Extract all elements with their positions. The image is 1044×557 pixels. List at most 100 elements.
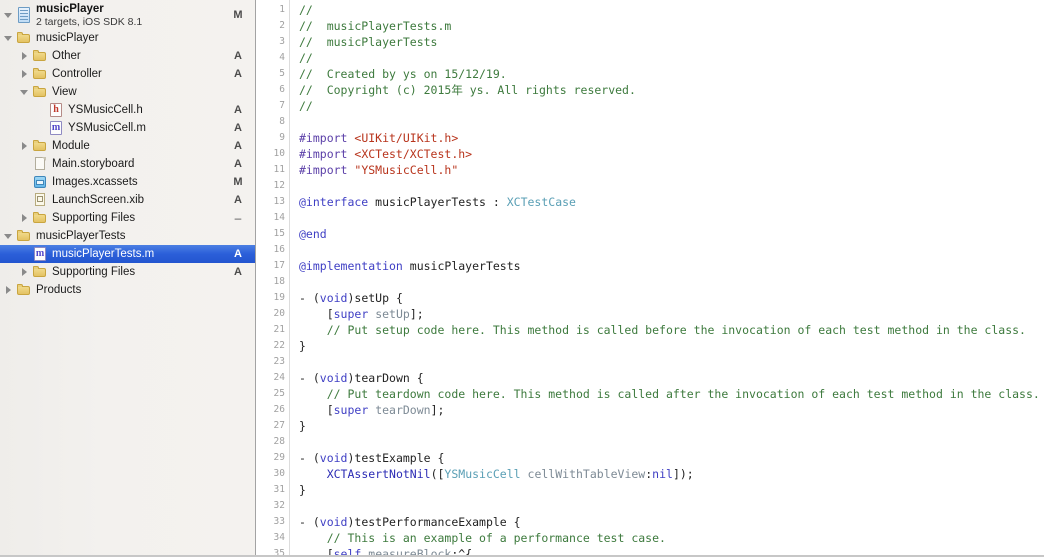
navigator-item[interactable]: View	[0, 83, 255, 101]
code-line[interactable]: - (void)tearDown {	[299, 370, 1044, 386]
chevron-down-icon[interactable]	[19, 83, 32, 101]
navigator-item[interactable]: Supporting Files A	[0, 263, 255, 281]
line-number[interactable]: 23	[256, 354, 289, 370]
line-number[interactable]: 16	[256, 242, 289, 258]
line-number[interactable]: 12	[256, 178, 289, 194]
line-number[interactable]: 29	[256, 450, 289, 466]
line-number[interactable]: 1	[256, 2, 289, 18]
code-line[interactable]: #import <XCTest/XCTest.h>	[299, 146, 1044, 162]
project-navigator[interactable]: musicPlayer 2 targets, iOS SDK 8.1 MmusicP…	[0, 0, 256, 557]
code-line[interactable]: //	[299, 50, 1044, 66]
navigator-item[interactable]: Controller A	[0, 65, 255, 83]
code-line[interactable]: //	[299, 98, 1044, 114]
chevron-down-icon[interactable]	[3, 6, 16, 24]
line-number[interactable]: 26	[256, 402, 289, 418]
chevron-right-icon[interactable]	[3, 281, 16, 299]
code-line[interactable]	[299, 114, 1044, 130]
code-line[interactable]: // musicPlayerTests.m	[299, 18, 1044, 34]
chevron-right-icon[interactable]	[19, 263, 32, 281]
line-number[interactable]: 9	[256, 130, 289, 146]
code-text[interactable]: // // musicPlayerTests.m // musicPlayerTes…	[290, 0, 1044, 555]
line-number[interactable]: 17	[256, 258, 289, 274]
line-number[interactable]: 33	[256, 514, 289, 530]
line-number[interactable]: 28	[256, 434, 289, 450]
line-number[interactable]: 25	[256, 386, 289, 402]
line-number[interactable]: 22	[256, 338, 289, 354]
line-number[interactable]: 5	[256, 66, 289, 82]
navigator-item[interactable]: h YSMusicCell.h A	[0, 101, 255, 119]
line-number[interactable]: 6	[256, 82, 289, 98]
code-line[interactable]: // Copyright (c) 2015年 ys. All rights re…	[299, 82, 1044, 98]
code-token-pre: #import	[299, 131, 355, 145]
chevron-right-icon[interactable]	[19, 209, 32, 227]
line-number[interactable]: 3	[256, 34, 289, 50]
code-line[interactable]	[299, 242, 1044, 258]
line-number[interactable]: 14	[256, 210, 289, 226]
code-area[interactable]: 1 2 3 4 5 6 7 8 9 10 11 12 13 14 15 16 17 18 19 20 21 22 23 24 2…	[256, 0, 1044, 555]
chevron-right-icon[interactable]	[19, 47, 32, 65]
line-number[interactable]: 2	[256, 18, 289, 34]
chevron-right-icon[interactable]	[19, 65, 32, 83]
line-number[interactable]: 20	[256, 306, 289, 322]
line-number[interactable]: 34	[256, 530, 289, 546]
code-line[interactable]: [super setUp];	[299, 306, 1044, 322]
code-line[interactable]	[299, 274, 1044, 290]
code-line[interactable]: // Put teardown code here. This method i…	[299, 386, 1044, 402]
source-editor[interactable]: 1 2 3 4 5 6 7 8 9 10 11 12 13 14 15 16 17 18 19 20 21 22 23 24 2…	[256, 0, 1044, 557]
line-number[interactable]: 19	[256, 290, 289, 306]
chevron-down-icon[interactable]	[3, 227, 16, 245]
line-number[interactable]: 18	[256, 274, 289, 290]
line-number[interactable]: 32	[256, 498, 289, 514]
navigator-item[interactable]: LaunchScreen.xib A	[0, 191, 255, 209]
code-line[interactable]: XCTAssertNotNil([YSMusicCell cellWithTab…	[299, 466, 1044, 482]
line-number[interactable]: 31	[256, 482, 289, 498]
navigator-item[interactable]: Main.storyboard A	[0, 155, 255, 173]
navigator-item[interactable]: Images.xcassets M	[0, 173, 255, 191]
navigator-item-selected[interactable]: m musicPlayerTests.m A	[0, 245, 255, 263]
code-line[interactable]: - (void)setUp {	[299, 290, 1044, 306]
navigator-item[interactable]: Module A	[0, 137, 255, 155]
code-line[interactable]: //	[299, 2, 1044, 18]
chevron-down-icon[interactable]	[3, 29, 16, 47]
chevron-right-icon[interactable]	[19, 137, 32, 155]
code-line[interactable]	[299, 354, 1044, 370]
code-line[interactable]: @end	[299, 226, 1044, 242]
code-line[interactable]: // Put setup code here. This method is c…	[299, 322, 1044, 338]
code-line[interactable]: }	[299, 482, 1044, 498]
line-number[interactable]: 24	[256, 370, 289, 386]
code-line[interactable]	[299, 498, 1044, 514]
line-number[interactable]: 10	[256, 146, 289, 162]
code-line[interactable]: - (void)testExample {	[299, 450, 1044, 466]
line-number[interactable]: 13	[256, 194, 289, 210]
code-line[interactable]: // Created by ys on 15/12/19.	[299, 66, 1044, 82]
line-number-gutter[interactable]: 1 2 3 4 5 6 7 8 9 10 11 12 13 14 15 16 17 18 19 20 21 22 23 24 2…	[256, 0, 290, 555]
line-number[interactable]: 30	[256, 466, 289, 482]
code-line[interactable]: #import <UIKit/UIKit.h>	[299, 130, 1044, 146]
line-number[interactable]: 15	[256, 226, 289, 242]
code-line[interactable]	[299, 434, 1044, 450]
code-line[interactable]: // musicPlayerTests	[299, 34, 1044, 50]
navigator-item[interactable]: Products	[0, 281, 255, 299]
code-line[interactable]: - (void)testPerformanceExample {	[299, 514, 1044, 530]
code-line[interactable]	[299, 178, 1044, 194]
navigator-item[interactable]: musicPlayer	[0, 29, 255, 47]
navigator-item[interactable]: musicPlayerTests	[0, 227, 255, 245]
navigator-item[interactable]: Other A	[0, 47, 255, 65]
navigator-project-row[interactable]: musicPlayer 2 targets, iOS SDK 8.1 M	[0, 1, 255, 29]
line-number[interactable]: 4	[256, 50, 289, 66]
code-line[interactable]: [super tearDown];	[299, 402, 1044, 418]
line-number[interactable]: 11	[256, 162, 289, 178]
code-line[interactable]: }	[299, 338, 1044, 354]
code-line[interactable]: #import "YSMusicCell.h"	[299, 162, 1044, 178]
code-line[interactable]: }	[299, 418, 1044, 434]
line-number[interactable]: 21	[256, 322, 289, 338]
line-number[interactable]: 27	[256, 418, 289, 434]
navigator-item[interactable]: m YSMusicCell.m A	[0, 119, 255, 137]
navigator-item[interactable]: Supporting Files –	[0, 209, 255, 227]
line-number[interactable]: 7	[256, 98, 289, 114]
line-number[interactable]: 8	[256, 114, 289, 130]
code-line[interactable]: @interface musicPlayerTests : XCTestCase	[299, 194, 1044, 210]
code-line[interactable]: // This is an example of a performance t…	[299, 530, 1044, 546]
code-line[interactable]	[299, 210, 1044, 226]
code-line[interactable]: @implementation musicPlayerTests	[299, 258, 1044, 274]
